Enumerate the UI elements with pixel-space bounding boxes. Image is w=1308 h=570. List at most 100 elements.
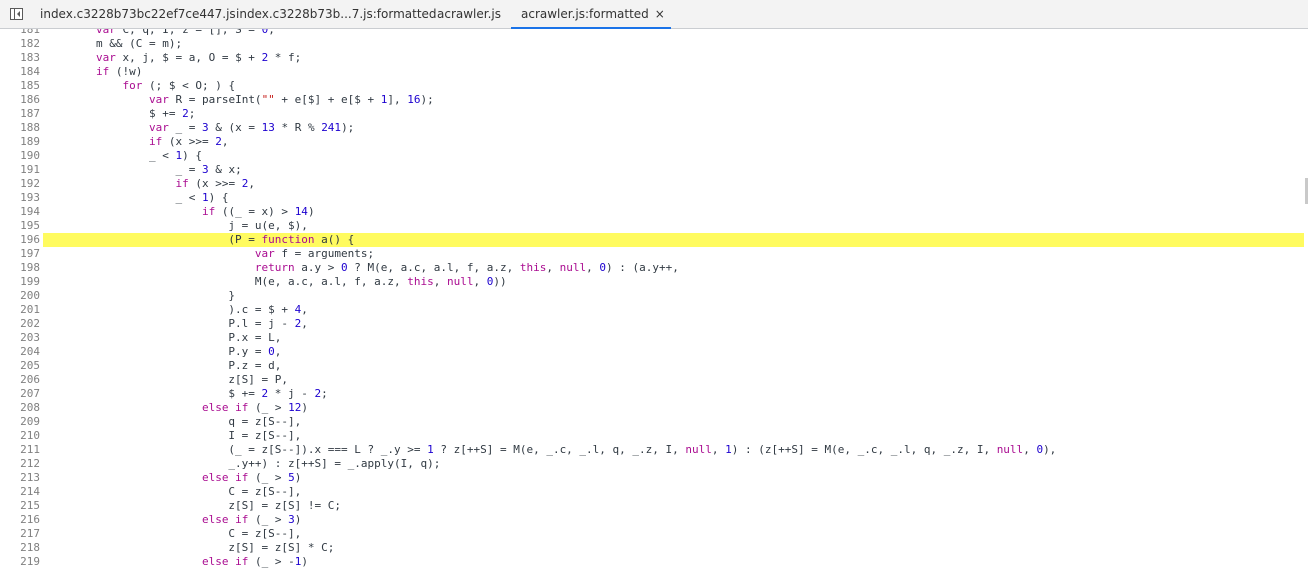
code-editor[interactable]: 181 var C, q, I, z = [], S = 0; 182 m && … [0,29,1308,570]
line-number[interactable]: 197 [0,247,40,261]
code-text: C = z[S--], [43,485,302,498]
line-number[interactable]: 208 [0,401,40,415]
code-line[interactable]: 194 if ((_ = x) > 14) [0,205,1304,219]
line-number[interactable]: 187 [0,107,40,121]
code-text: _ < 1) { [43,191,229,204]
code-text: z[S] = P, [43,373,289,386]
line-number[interactable]: 190 [0,149,40,163]
line-number[interactable]: 219 [0,555,40,569]
line-number[interactable]: 218 [0,541,40,555]
code-line[interactable]: 214 C = z[S--], [0,485,1304,499]
code-line[interactable]: 183 var x, j, $ = a, O = $ + 2 * f; [0,51,1304,65]
code-line[interactable]: 181 var C, q, I, z = [], S = 0; [0,29,1304,37]
code-line[interactable]: 213 else if (_ > 5) [0,471,1304,485]
sidebar-toggle-icon[interactable] [10,8,23,20]
line-number[interactable]: 216 [0,513,40,527]
line-number[interactable]: 203 [0,331,40,345]
code-text: var f = arguments; [254,247,375,260]
code-line[interactable]: 193 _ < 1) { [0,191,1304,205]
code-line[interactable]: 218 z[S] = z[S] * C; [0,541,1304,555]
line-number[interactable]: 202 [0,317,40,331]
code-line[interactable]: 210 I = z[S--], [0,429,1304,443]
code-line[interactable]: 188 var _ = 3 & (x = 13 * R % 241); [0,121,1304,135]
line-number[interactable]: 214 [0,485,40,499]
code-text: q = z[S--], [43,415,302,428]
code-text: I = z[S--], [43,429,302,442]
code-text: j = u(e, $), [43,219,308,232]
code-line[interactable]: 190 _ < 1) { [0,149,1304,163]
code-text: else if (_ > 5) [201,471,302,484]
code-line[interactable]: 207 $ += 2 * j - 2; [0,387,1304,401]
line-number[interactable]: 182 [0,37,40,51]
line-number[interactable]: 205 [0,359,40,373]
line-number[interactable]: 201 [0,303,40,317]
code-text: if (x >>= 2, [148,135,229,148]
line-number[interactable]: 199 [0,275,40,289]
code-text: else if (_ > 12) [201,401,308,414]
code-line[interactable]: 189 if (x >>= 2, [0,135,1304,149]
code-line[interactable]: 196 (P = function a() { [0,233,1304,247]
line-number[interactable]: 200 [0,289,40,303]
code-line[interactable]: 186 var R = parseInt("" + e[$] + e[$ + 1… [0,93,1304,107]
line-number[interactable]: 193 [0,191,40,205]
code-line[interactable]: 216 else if (_ > 3) [0,513,1304,527]
line-number[interactable]: 217 [0,527,40,541]
line-number[interactable]: 196 [0,233,40,247]
code-line[interactable]: 209 q = z[S--], [0,415,1304,429]
line-number[interactable]: 204 [0,345,40,359]
code-line[interactable]: 201 ).c = $ + 4, [0,303,1304,317]
line-number[interactable]: 189 [0,135,40,149]
code-line[interactable]: 219 else if (_ > -1) [0,555,1304,569]
code-line[interactable]: 208 else if (_ > 12) [0,401,1304,415]
code-line[interactable]: 182 m && (C = m); [0,37,1304,51]
tab-acrawler-js[interactable]: acrawler.js [437,0,501,28]
code-line[interactable]: 217 C = z[S--], [0,527,1304,541]
code-text: z[S] = z[S] != C; [43,499,342,512]
line-number[interactable]: 188 [0,121,40,135]
code-text: if (x >>= 2, [175,177,255,190]
code-line[interactable]: 200 } [0,289,1304,303]
tab-index-js-formatted[interactable]: index.c3228b73b...7.js:formatted [236,0,437,28]
line-number[interactable]: 186 [0,93,40,107]
line-number[interactable]: 213 [0,471,40,485]
line-number[interactable]: 195 [0,219,40,233]
line-number[interactable]: 206 [0,373,40,387]
line-number[interactable]: 191 [0,163,40,177]
code-line[interactable]: 184 if (!w) [0,65,1304,79]
line-number[interactable]: 210 [0,429,40,443]
line-number[interactable]: 198 [0,261,40,275]
line-number[interactable]: 209 [0,415,40,429]
code-line[interactable]: 187 $ += 2; [0,107,1304,121]
code-line[interactable]: 205 P.z = d, [0,359,1304,373]
code-line[interactable]: 206 z[S] = P, [0,373,1304,387]
line-number[interactable]: 192 [0,177,40,191]
code-line[interactable]: 202 P.l = j - 2, [0,317,1304,331]
line-number[interactable]: 185 [0,79,40,93]
line-number[interactable]: 207 [0,387,40,401]
code-text: for (; $ < O; ) { [122,79,236,92]
tab-acrawler-js-formatted[interactable]: acrawler.js:formatted × [511,0,671,29]
code-line[interactable]: 192 if (x >>= 2, [0,177,1304,191]
code-line[interactable]: 185 for (; $ < O; ) { [0,79,1304,93]
line-number[interactable]: 215 [0,499,40,513]
code-line[interactable]: 195 j = u(e, $), [0,219,1304,233]
code-text: _ < 1) { [43,149,202,162]
line-number[interactable]: 181 [0,29,40,37]
line-number[interactable]: 212 [0,457,40,471]
code-line[interactable]: 215 z[S] = z[S] != C; [0,499,1304,513]
code-line[interactable]: 203 P.x = L, [0,331,1304,345]
code-line[interactable]: 199 M(e, a.c, a.l, f, a.z, this, null, 0… [0,275,1304,289]
line-number[interactable]: 184 [0,65,40,79]
code-line[interactable]: 211 (_ = z[S--]).x === L ? _.y >= 1 ? z[… [0,443,1304,457]
line-number[interactable]: 183 [0,51,40,65]
code-line[interactable]: 198 return a.y > 0 ? M(e, a.c, a.l, f, a… [0,261,1304,275]
code-line[interactable]: 212 _.y++) : z[++S] = _.apply(I, q); [0,457,1304,471]
tab-index-js[interactable]: index.c3228b73bc22ef7ce447.js [40,0,236,28]
code-text: P.x = L, [43,331,282,344]
code-line[interactable]: 197 var f = arguments; [0,247,1304,261]
code-line[interactable]: 204 P.y = 0, [0,345,1304,359]
line-number[interactable]: 211 [0,443,40,457]
close-icon[interactable]: × [655,0,665,29]
code-line[interactable]: 191 _ = 3 & x; [0,163,1304,177]
line-number[interactable]: 194 [0,205,40,219]
